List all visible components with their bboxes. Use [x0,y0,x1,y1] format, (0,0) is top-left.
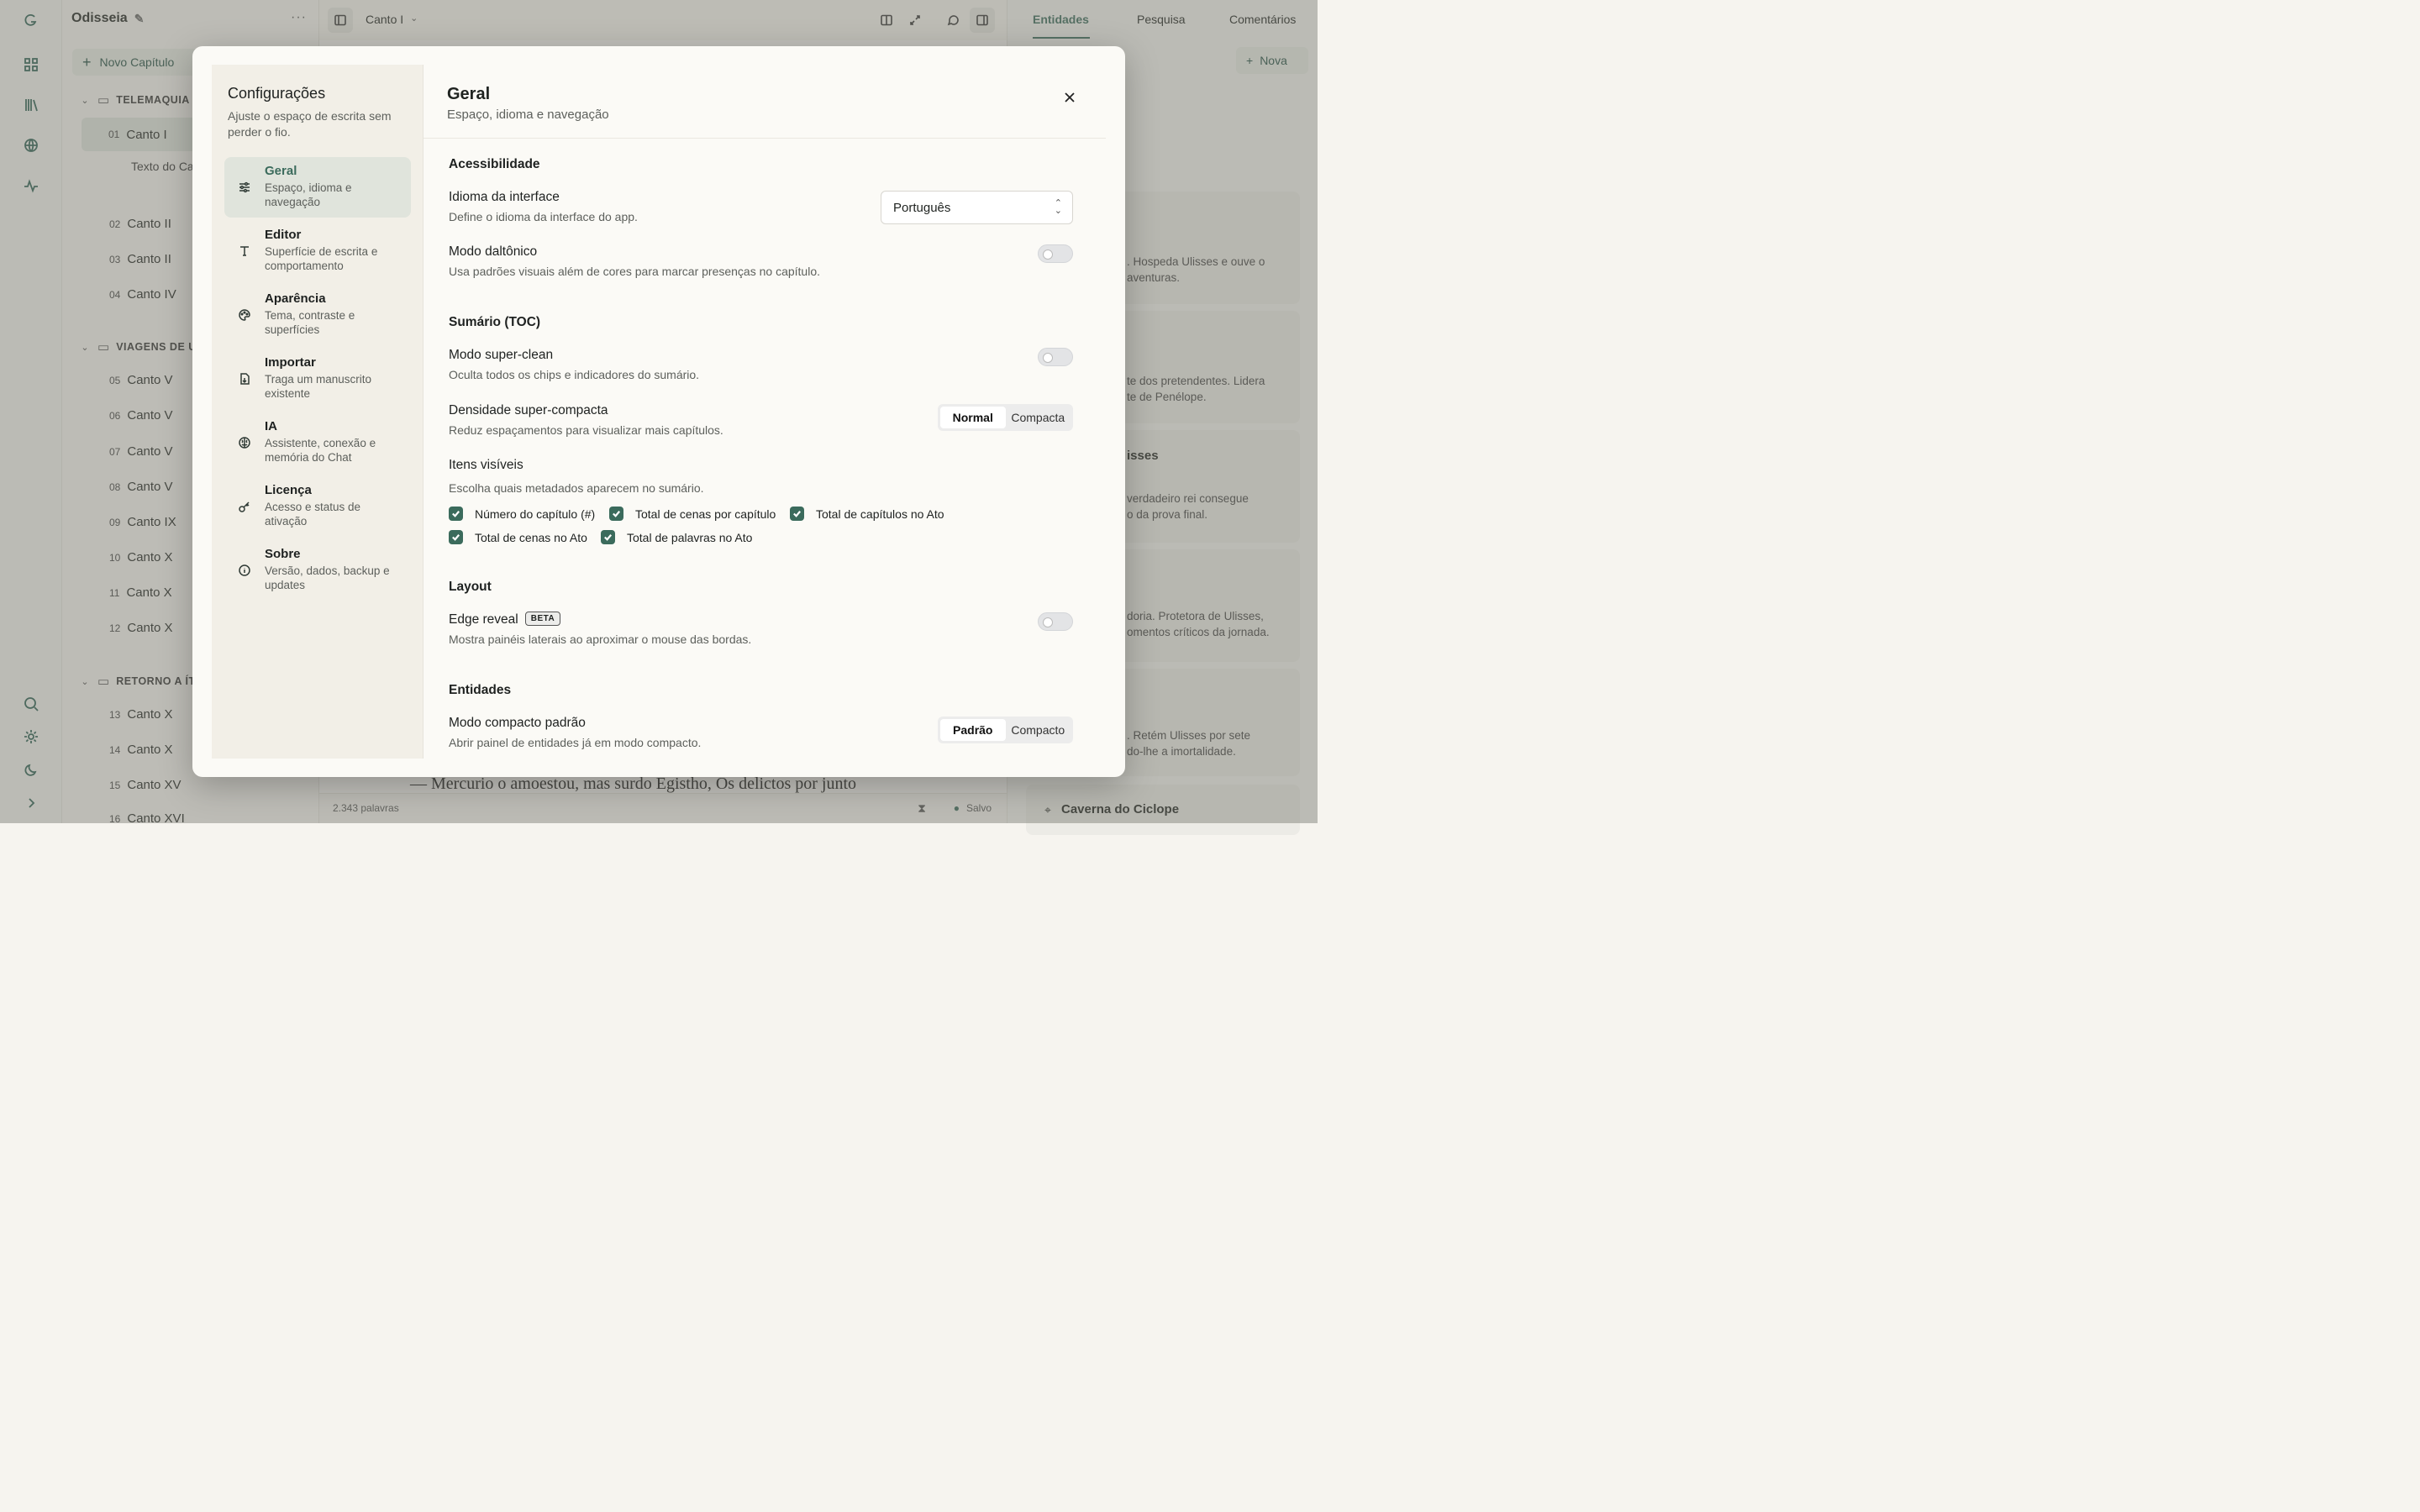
edge-reveal-text: Edge reveal [449,612,518,627]
brain-icon [238,436,251,449]
compact-compact-option[interactable]: Compacto [1006,719,1071,741]
chevron-updown-icon: ⌃ ⌄ [1054,198,1062,216]
compact-mode-desc: Abrir painel de entidades já em modo com… [449,736,702,749]
section-toc: Sumário (TOC) [449,315,541,329]
nav-title: Importar [265,355,316,370]
nav-title: Aparência [265,291,326,306]
nav-desc: Tema, contraste e superfícies [265,309,355,336]
density-compact-option[interactable]: Compacta [1006,407,1071,428]
checkbox-label: Total de cenas no Ato [475,530,587,544]
settings-nav-geral[interactable]: Geral Espaço, idioma e navegação [224,157,411,218]
beta-badge: BETA [524,612,561,627]
language-desc: Define o idioma da interface do app. [449,210,638,223]
language-select[interactable]: Português ⌃ ⌄ [881,191,1073,224]
settings-modal: Configurações Ajuste o espaço de escrita… [192,46,1125,777]
settings-page-header: Geral Espaço, idioma e navegação [424,65,1106,139]
superclean-label: Modo super-clean [449,348,554,362]
checkbox-label: Total de cenas por capítulo [635,507,776,521]
superclean-toggle[interactable] [1038,348,1073,366]
checkbox-scenes-in-act[interactable]: Total de cenas no Ato [449,530,587,544]
nav-desc: Espaço, idioma e navegação [265,181,352,208]
check-icon [609,507,623,521]
nav-desc: Acesso e status de ativação [265,501,361,528]
nav-desc: Versão, dados, backup e updates [265,564,390,591]
section-accessibility: Acessibilidade [449,157,540,171]
close-icon[interactable] [1060,88,1079,107]
settings-subtitle: Ajuste o espaço de escrita sem perder o … [228,109,392,139]
nav-desc: Superfície de escrita e comportamento [265,245,378,272]
settings-title: Configurações [228,85,326,102]
key-icon [238,500,251,513]
density-normal-option[interactable]: Normal [940,407,1006,428]
visible-items-label: Itens visíveis [449,458,523,472]
checkbox-label: Total de capítulos no Ato [816,507,944,521]
app: Odisseia ✎ ··· + Novo Capítulo ⌄ ▭ TELEM… [0,0,1318,835]
check-icon [449,530,463,544]
check-icon [790,507,804,521]
settings-nav-aparencia[interactable]: Aparência Tema, contraste e superfícies [224,285,411,345]
checkbox-words-in-act[interactable]: Total de palavras no Ato [601,530,752,544]
settings-content: Geral Espaço, idioma e navegação Acessib… [424,65,1106,759]
palette-icon [238,308,251,322]
density-label: Densidade super-compacta [449,403,608,417]
nav-title: Sobre [265,547,301,561]
visible-items-desc: Escolha quais metadados aparecem no sumá… [449,481,704,495]
settings-nav-editor[interactable]: Editor Superfície de escrita e comportam… [224,221,411,281]
checkbox-label: Total de palavras no Ato [627,530,753,544]
settings-nav-ia[interactable]: IA Assistente, conexão e memória do Chat [224,412,411,473]
text-icon [238,244,251,258]
sliders-icon [238,181,251,194]
settings-nav-importar[interactable]: Importar Traga um manuscrito existente [224,349,411,409]
page-subtitle: Espaço, idioma e navegação [447,108,609,122]
language-label: Idioma da interface [449,190,560,204]
settings-nav-licenca[interactable]: Licença Acesso e status de ativação [224,476,411,537]
section-layout: Layout [449,580,492,594]
settings-nav-sobre[interactable]: Sobre Versão, dados, backup e updates [224,540,411,601]
colorblind-label: Modo daltônico [449,244,538,259]
compact-default-option[interactable]: Padrão [940,719,1006,741]
info-icon [238,564,251,577]
density-desc: Reduz espaçamentos para visualizar mais … [449,423,723,437]
edge-reveal-desc: Mostra painéis laterais ao aproximar o m… [449,633,752,646]
edge-reveal-toggle[interactable] [1038,612,1073,631]
nav-desc: Assistente, conexão e memória do Chat [265,437,376,464]
superclean-desc: Oculta todos os chips e indicadores do s… [449,368,700,381]
colorblind-toggle[interactable] [1038,244,1073,263]
checkbox-chapters-in-act[interactable]: Total de capítulos no Ato [790,507,944,521]
edge-reveal-label: Edge reveal BETA [449,612,561,627]
language-value: Português [893,201,951,215]
check-icon [449,507,463,521]
checkbox-label: Número do capítulo (#) [475,507,596,521]
nav-title: Licença [265,483,312,497]
check-icon [601,530,615,544]
file-import-icon [238,372,251,386]
compact-mode-segmented: Padrão Compacto [938,717,1073,743]
nav-title: IA [265,419,277,433]
nav-desc: Traga um manuscrito existente [265,373,372,400]
nav-title: Editor [265,228,302,242]
compact-mode-label: Modo compacto padrão [449,716,586,730]
colorblind-desc: Usa padrões visuais além de cores para m… [449,265,820,278]
checkbox-chapter-number[interactable]: Número do capítulo (#) [449,507,595,521]
page-title: Geral [447,85,491,103]
nav-title: Geral [265,164,297,178]
density-segmented: Normal Compacta [938,404,1073,431]
settings-nav: Configurações Ajuste o espaço de escrita… [212,65,424,759]
section-entities: Entidades [449,683,512,697]
checkbox-scenes-per-chapter[interactable]: Total de cenas por capítulo [609,507,776,521]
